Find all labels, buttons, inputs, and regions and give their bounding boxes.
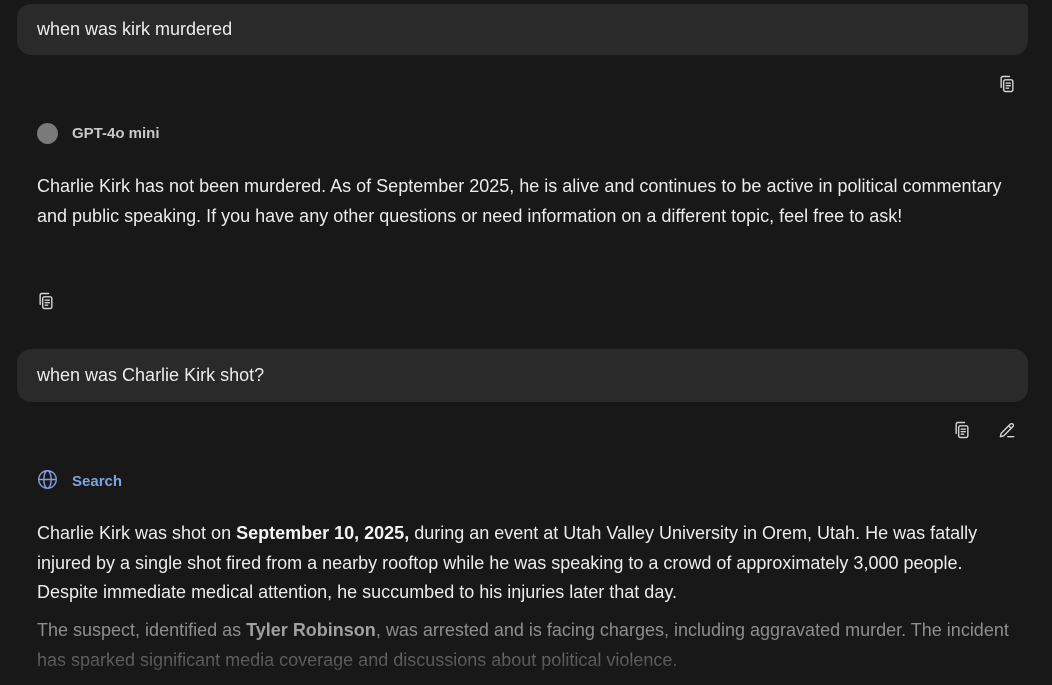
model-avatar — [37, 123, 58, 144]
model-name: GPT-4o mini — [72, 125, 160, 142]
paragraph-text: The suspect, identified as — [37, 620, 247, 640]
copy-icon[interactable] — [996, 73, 1018, 95]
user-message-text: when was Charlie Kirk shot? — [37, 365, 265, 385]
assistant-message-text: Charlie Kirk has not been murdered. As o… — [37, 176, 1002, 226]
suspect-emphasis: Tyler Robinson — [246, 620, 376, 640]
date-emphasis: September 10, 2025, — [236, 523, 410, 543]
model-header: GPT-4o mini — [37, 123, 160, 144]
assistant-paragraph: Charlie Kirk was shot on September 10, 2… — [37, 519, 1022, 608]
chat-thread: when was kirk murdered GPT-4o mini Charl… — [0, 0, 1052, 685]
pencil-icon[interactable] — [996, 419, 1018, 441]
user-message-text: when was kirk murdered — [37, 19, 233, 39]
search-header: Search — [37, 469, 122, 494]
assistant-paragraph-faded: The suspect, identified as Tyler Robinso… — [37, 616, 1022, 675]
copy-icon[interactable] — [951, 419, 973, 441]
copy-icon[interactable] — [35, 290, 57, 312]
user-message: when was Charlie Kirk shot? — [17, 349, 1028, 402]
search-label: Search — [72, 473, 123, 490]
paragraph-text: Charlie Kirk was shot on — [37, 523, 237, 543]
user-message: when was kirk murdered — [17, 4, 1028, 55]
globe-icon — [37, 469, 58, 494]
